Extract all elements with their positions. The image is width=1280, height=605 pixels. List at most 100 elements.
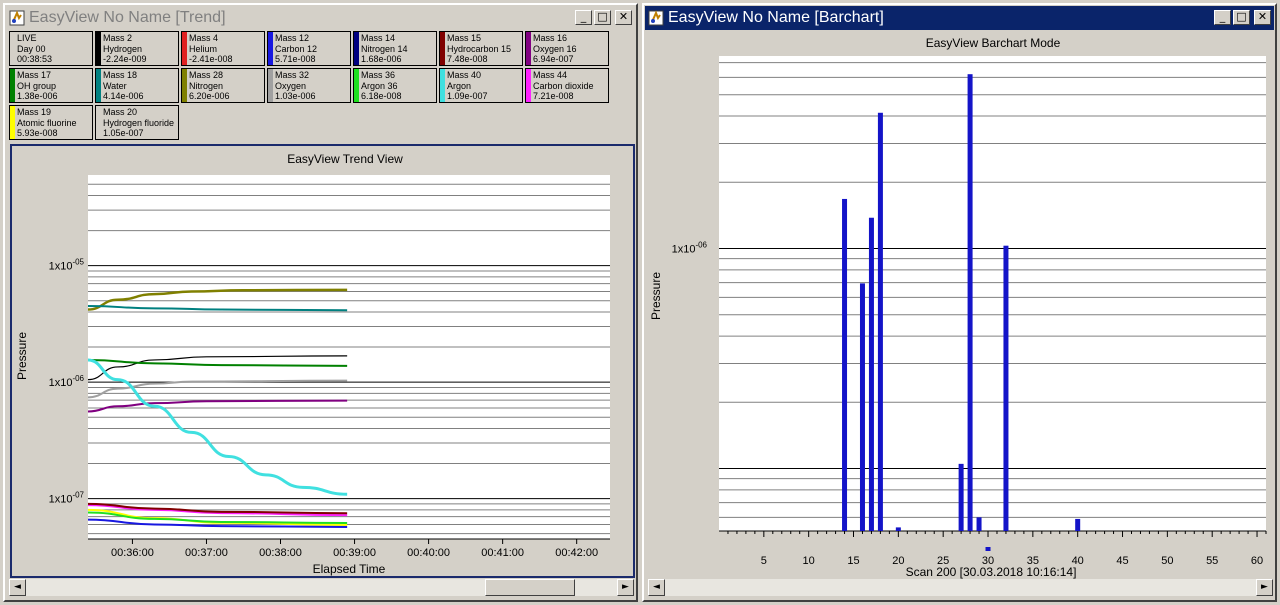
- legend-item[interactable]: Mass 16 Oxygen 16 6.94e-007: [525, 31, 609, 66]
- legend-item[interactable]: Mass 12 Carbon 12 5.71e-008: [267, 31, 351, 66]
- x-axis-label: Elapsed Time: [313, 562, 386, 576]
- legend-item[interactable]: Mass 20 Hydrogen fluoride 1.05e-007: [95, 105, 179, 140]
- legend-item-name: Mass 4: [189, 33, 219, 43]
- bar: [1075, 518, 1081, 531]
- legend-item-value: 1.68e-006: [361, 54, 402, 64]
- trend-chart[interactable]: EasyView Trend View 1x10-07 1x10-06 1x10-05…: [12, 146, 633, 576]
- mass-legend: LIVE Day 00 00:38:53 Mass 2 Hydrogen -2.24e-0…: [9, 31, 629, 143]
- x-tick-label: 00:39:00: [333, 547, 376, 559]
- legend-item-label: Nitrogen: [189, 80, 224, 91]
- scroll-right-button[interactable]: ►: [617, 579, 634, 596]
- x-tick-label: 5: [761, 555, 767, 567]
- x-tick-label: 00:42:00: [555, 547, 598, 559]
- y-axis-label: Pressure: [649, 272, 663, 320]
- x-tick-label: 45: [1116, 555, 1128, 567]
- trend-horizontal-scrollbar[interactable]: ◄ ►: [9, 579, 634, 596]
- barchart-chart[interactable]: EasyView Barchart Mode1x10-065 10 15 20 25 30…: [645, 31, 1274, 579]
- close-button[interactable]: ✕: [1254, 10, 1271, 25]
- barchart-horizontal-scrollbar[interactable]: ◄ ►: [648, 579, 1273, 596]
- legend-item[interactable]: Mass 14 Nitrogen 14 1.68e-006: [353, 31, 437, 66]
- legend-color-swatch: [354, 32, 359, 65]
- scroll-left-button[interactable]: ◄: [9, 579, 26, 596]
- x-tick-label: 55: [1206, 555, 1218, 567]
- legend-item-value: 1.09e-007: [447, 91, 488, 101]
- legend-item-value: -2.24e-009: [103, 54, 147, 64]
- chart-title: EasyView Trend View: [287, 152, 403, 166]
- barchart-window[interactable]: EasyView No Name [Barchart] _ □ ✕ EasyVi…: [642, 3, 1277, 602]
- legend-color-swatch: [10, 32, 15, 65]
- legend-item-name: LIVE: [17, 33, 37, 43]
- scroll-thumb[interactable]: [485, 579, 575, 596]
- legend-item[interactable]: Mass 32 Oxygen 1.03e-006: [267, 68, 351, 103]
- bar-below-range: [985, 547, 991, 551]
- x-tick-label: 00:41:00: [481, 547, 524, 559]
- legend-item[interactable]: Mass 36 Argon 36 6.18e-008: [353, 68, 437, 103]
- legend-item[interactable]: Mass 4 Helium -2.41e-008: [181, 31, 265, 66]
- barchart-title-bar[interactable]: EasyView No Name [Barchart] _ □ ✕: [645, 6, 1274, 30]
- legend-color-swatch: [96, 69, 101, 102]
- legend-item-name: Mass 32: [275, 70, 310, 80]
- legend-item[interactable]: Mass 19 Atomic fluorine 5.93e-008: [9, 105, 93, 140]
- legend-color-swatch: [96, 106, 101, 139]
- legend-item-label: Carbon dioxide: [533, 80, 594, 91]
- trend-window[interactable]: EasyView No Name [Trend] _ □ ✕ LIVE Day 0…: [3, 3, 638, 602]
- x-tick-label: 60: [1251, 555, 1263, 567]
- plot-area: [88, 175, 610, 539]
- x-tick-label: 20: [892, 555, 904, 567]
- legend-item[interactable]: Mass 44 Carbon dioxide 7.21e-008: [525, 68, 609, 103]
- trend-title-bar[interactable]: EasyView No Name [Trend] _ □ ✕: [6, 6, 635, 30]
- legend-item-value: 1.03e-006: [275, 91, 316, 101]
- easyview-app-icon: [648, 10, 664, 26]
- x-tick-label: 15: [847, 555, 859, 567]
- legend-color-swatch: [182, 32, 187, 65]
- legend-item-label: Helium: [189, 43, 218, 54]
- bar: [1003, 245, 1009, 531]
- legend-item-label: Oxygen 16: [533, 43, 577, 54]
- scroll-right-button[interactable]: ►: [1256, 579, 1273, 596]
- minimize-button[interactable]: _: [1214, 10, 1231, 25]
- legend-item-value: 5.93e-008: [17, 128, 58, 138]
- legend-item-label: Hydrogen: [103, 43, 143, 54]
- legend-item[interactable]: LIVE Day 00 00:38:53: [9, 31, 93, 66]
- legend-item[interactable]: Mass 40 Argon 1.09e-007: [439, 68, 523, 103]
- close-button[interactable]: ✕: [615, 10, 632, 25]
- legend-color-swatch: [268, 32, 273, 65]
- x-tick-label: 10: [803, 555, 815, 567]
- legend-color-swatch: [526, 69, 531, 102]
- legend-item-name: Mass 12: [275, 33, 310, 43]
- legend-color-swatch: [268, 69, 273, 102]
- legend-color-swatch: [182, 69, 187, 102]
- legend-item[interactable]: Mass 18 Water 4.14e-006: [95, 68, 179, 103]
- maximize-button[interactable]: □: [1233, 10, 1250, 25]
- legend-item-label: Argon: [447, 80, 472, 91]
- maximize-button[interactable]: □: [594, 10, 611, 25]
- plot-area: [719, 56, 1266, 531]
- legend-item-label: OH group: [17, 80, 57, 91]
- chart-title: EasyView Barchart Mode: [926, 36, 1061, 50]
- legend-item-label: Hydrogen fluoride: [103, 117, 175, 128]
- legend-item-value: 7.48e-008: [447, 54, 488, 64]
- bar: [895, 527, 901, 531]
- legend-item-name: Mass 36: [361, 70, 396, 80]
- legend-item-label: Hydrocarbon 15: [447, 43, 512, 54]
- legend-item-label: Carbon 12: [275, 43, 318, 54]
- bar: [877, 112, 883, 532]
- legend-item-label: Oxygen: [275, 80, 307, 91]
- legend-item[interactable]: Mass 15 Hydrocarbon 15 7.48e-008: [439, 31, 523, 66]
- legend-item[interactable]: Mass 2 Hydrogen -2.24e-009: [95, 31, 179, 66]
- legend-item-value: 4.14e-006: [103, 91, 144, 101]
- x-tick-label: 00:38:00: [259, 547, 302, 559]
- legend-item[interactable]: Mass 17 OH group 1.38e-006: [9, 68, 93, 103]
- y-tick-label: 1x10-06: [672, 241, 708, 256]
- legend-item-name: Mass 18: [103, 70, 138, 80]
- legend-item-name: Mass 17: [17, 70, 52, 80]
- legend-item[interactable]: Mass 28 Nitrogen 6.20e-006: [181, 68, 265, 103]
- legend-color-swatch: [10, 106, 15, 139]
- scroll-left-button[interactable]: ◄: [648, 579, 665, 596]
- legend-item-name: Mass 2: [103, 33, 133, 43]
- x-tick-label: 00:36:00: [111, 547, 154, 559]
- minimize-button[interactable]: _: [575, 10, 592, 25]
- barchart-window-title: EasyView No Name [Barchart]: [668, 9, 884, 26]
- x-tick-label: 50: [1161, 555, 1173, 567]
- legend-color-swatch: [96, 32, 101, 65]
